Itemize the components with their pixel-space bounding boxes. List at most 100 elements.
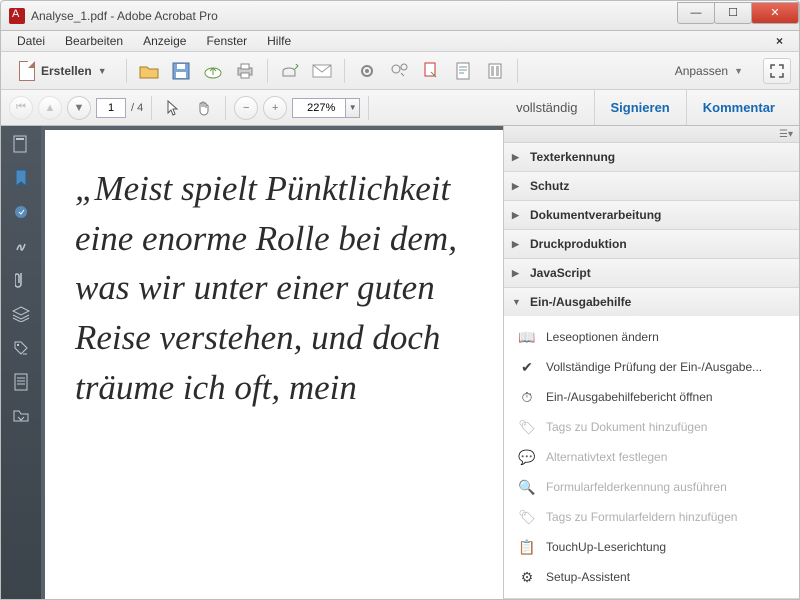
create-button[interactable]: Erstellen ▼	[9, 57, 117, 85]
tool-item[interactable]: ⚙Setup-Assistent	[504, 562, 799, 592]
tool-item: 🔍Formularfelderkennung ausführen	[504, 472, 799, 502]
left-nav-pane	[1, 126, 41, 599]
create-page-icon	[19, 61, 35, 81]
tools-pane: ☰▾ ▶ Texterkennung ▶ Schutz ▶Dokumentverarbe…	[503, 126, 799, 599]
hand-tool-button[interactable]	[191, 95, 217, 121]
zoom-dropdown-button[interactable]: ▼	[346, 98, 360, 118]
zoom-input[interactable]: 227%	[292, 98, 346, 118]
layers-icon[interactable]	[11, 304, 31, 324]
tool-label: Ein-/Ausgabehilfebericht öffnen	[546, 390, 713, 404]
nav-kommentar[interactable]: Kommentar	[686, 90, 791, 125]
page-number-input[interactable]	[96, 98, 126, 118]
maximize-button[interactable]: ☐	[714, 2, 752, 24]
tool-icon: 💬	[518, 448, 536, 466]
tool-label: Tags zu Formularfeldern hinzufügen	[546, 510, 737, 524]
tool-icon: ⏱	[518, 388, 536, 406]
chevron-right-icon: ▶	[512, 181, 522, 192]
customize-label: Anpassen	[675, 64, 728, 78]
nav-vollstaendig[interactable]: vollständig	[500, 90, 593, 125]
customize-button[interactable]: Anpassen ▼	[667, 60, 751, 82]
accordion-section[interactable]: ▶ Schutz	[504, 172, 799, 200]
accordion-section[interactable]: ▶ JavaScript	[504, 259, 799, 287]
nav-signieren[interactable]: Signieren	[594, 90, 686, 125]
menu-bar: Datei Bearbeiten Anzeige Fenster Hilfe ×	[0, 30, 800, 52]
panel-menu-icon[interactable]: ☰▾	[779, 129, 793, 140]
pdf-page: „Meist spielt Pünktlichkeit eine enorme …	[45, 130, 503, 599]
page-nav-bar: ⏮ ▲ ▼ / 4 − + 227% ▼ vollständig Signier…	[0, 90, 800, 126]
accordion-label: Ein-/Ausgabehilfe	[530, 295, 631, 309]
first-page-button[interactable]: ⏮	[9, 96, 33, 120]
export-button[interactable]	[386, 58, 412, 84]
fullscreen-button[interactable]	[763, 58, 791, 84]
gear-button[interactable]	[354, 58, 380, 84]
menu-anzeige[interactable]: Anzeige	[133, 32, 196, 50]
tool-icon: ⚙	[518, 568, 536, 586]
zoom-in-button[interactable]: +	[263, 96, 287, 120]
edit-pdf-button[interactable]	[418, 58, 444, 84]
tools-pane-header: ☰▾	[504, 126, 799, 143]
form-button[interactable]	[450, 58, 476, 84]
menu-fenster[interactable]: Fenster	[196, 32, 257, 50]
tool-item: 🏷Tags zu Dokument hinzufügen	[504, 412, 799, 442]
tool-icon: 🔍	[518, 478, 536, 496]
attachments-icon[interactable]	[11, 202, 31, 222]
accordion-label: Druckproduktion	[530, 237, 627, 251]
accordion-section[interactable]: ▼Ein-/Ausgabehilfe	[504, 288, 799, 316]
zoom-out-button[interactable]: −	[234, 96, 258, 120]
create-label: Erstellen	[41, 64, 92, 78]
main-area: „Meist spielt Pünktlichkeit eine enorme …	[0, 126, 800, 600]
menu-bearbeiten[interactable]: Bearbeiten	[55, 32, 133, 50]
tool-label: Tags zu Dokument hinzufügen	[546, 420, 707, 434]
tool-item: 🏷Tags zu Formularfeldern hinzufügen	[504, 502, 799, 532]
chevron-right-icon: ▶	[512, 268, 522, 279]
prev-page-button[interactable]: ▲	[38, 96, 62, 120]
thumbnails-icon[interactable]	[11, 134, 31, 154]
clip-icon[interactable]	[11, 270, 31, 290]
print-button[interactable]	[232, 58, 258, 84]
tool-item[interactable]: 📖Leseoptionen ändern	[504, 322, 799, 352]
chevron-right-icon: ▶	[512, 210, 522, 221]
tool-item[interactable]: ⏱ Ein-/Ausgabehilfebericht öffnen	[504, 382, 799, 412]
tool-icon: ✔	[518, 358, 536, 376]
chevron-right-icon: ▶	[512, 239, 522, 250]
tool-label: Alternativtext festlegen	[546, 450, 667, 464]
tool-icon: 📋	[518, 538, 536, 556]
document-text: „Meist spielt Pünktlichkeit eine enorme …	[75, 164, 483, 412]
minimize-button[interactable]: —	[677, 2, 715, 24]
tags-icon[interactable]	[11, 338, 31, 358]
accordion-section[interactable]: ▶ Druckproduktion	[504, 230, 799, 258]
accordion-section[interactable]: ▶Dokumentverarbeitung	[504, 201, 799, 229]
adobe-icon	[9, 8, 25, 24]
select-tool-button[interactable]	[160, 95, 186, 121]
document-viewport[interactable]: „Meist spielt Pünktlichkeit eine enorme …	[41, 126, 503, 599]
tool-item[interactable]: 📋TouchUp-Leserichtung	[504, 532, 799, 562]
tool-icon: 📖	[518, 328, 536, 346]
window-title: Analyse_1.pdf - Adobe Acrobat Pro	[31, 9, 678, 23]
accordion-label: Schutz	[530, 179, 569, 193]
menu-datei[interactable]: Datei	[7, 32, 55, 50]
main-toolbar: Erstellen ▼ Anpassen ▼	[0, 52, 800, 90]
tool-label: Vollständige Prüfung der Ein-/Ausgabe...	[546, 360, 762, 374]
cloud-button[interactable]	[200, 58, 226, 84]
tool-item: 💬 Alternativtext festlegen	[504, 442, 799, 472]
accordion-label: JavaScript	[530, 266, 591, 280]
chevron-down-icon: ▼	[98, 66, 107, 76]
accordion-label: Texterkennung	[530, 150, 615, 164]
menu-close-icon[interactable]: ×	[766, 32, 793, 50]
open-button[interactable]	[136, 58, 162, 84]
bookmark-icon[interactable]	[11, 168, 31, 188]
multimedia-button[interactable]	[482, 58, 508, 84]
next-page-button[interactable]: ▼	[67, 96, 91, 120]
save-button[interactable]	[168, 58, 194, 84]
close-button[interactable]: ✕	[751, 2, 799, 24]
window-titlebar: Analyse_1.pdf - Adobe Acrobat Pro — ☐ ✕	[0, 0, 800, 30]
share-button[interactable]	[277, 58, 303, 84]
accordion-section[interactable]: ▶ Texterkennung	[504, 143, 799, 171]
email-button[interactable]	[309, 58, 335, 84]
content-icon[interactable]	[11, 406, 31, 426]
signatures-icon[interactable]	[11, 236, 31, 256]
tool-item[interactable]: ✔ Vollständige Prüfung der Ein-/Ausgabe..…	[504, 352, 799, 382]
menu-hilfe[interactable]: Hilfe	[257, 32, 301, 50]
chevron-right-icon: ▶	[512, 152, 522, 163]
order-icon[interactable]	[11, 372, 31, 392]
